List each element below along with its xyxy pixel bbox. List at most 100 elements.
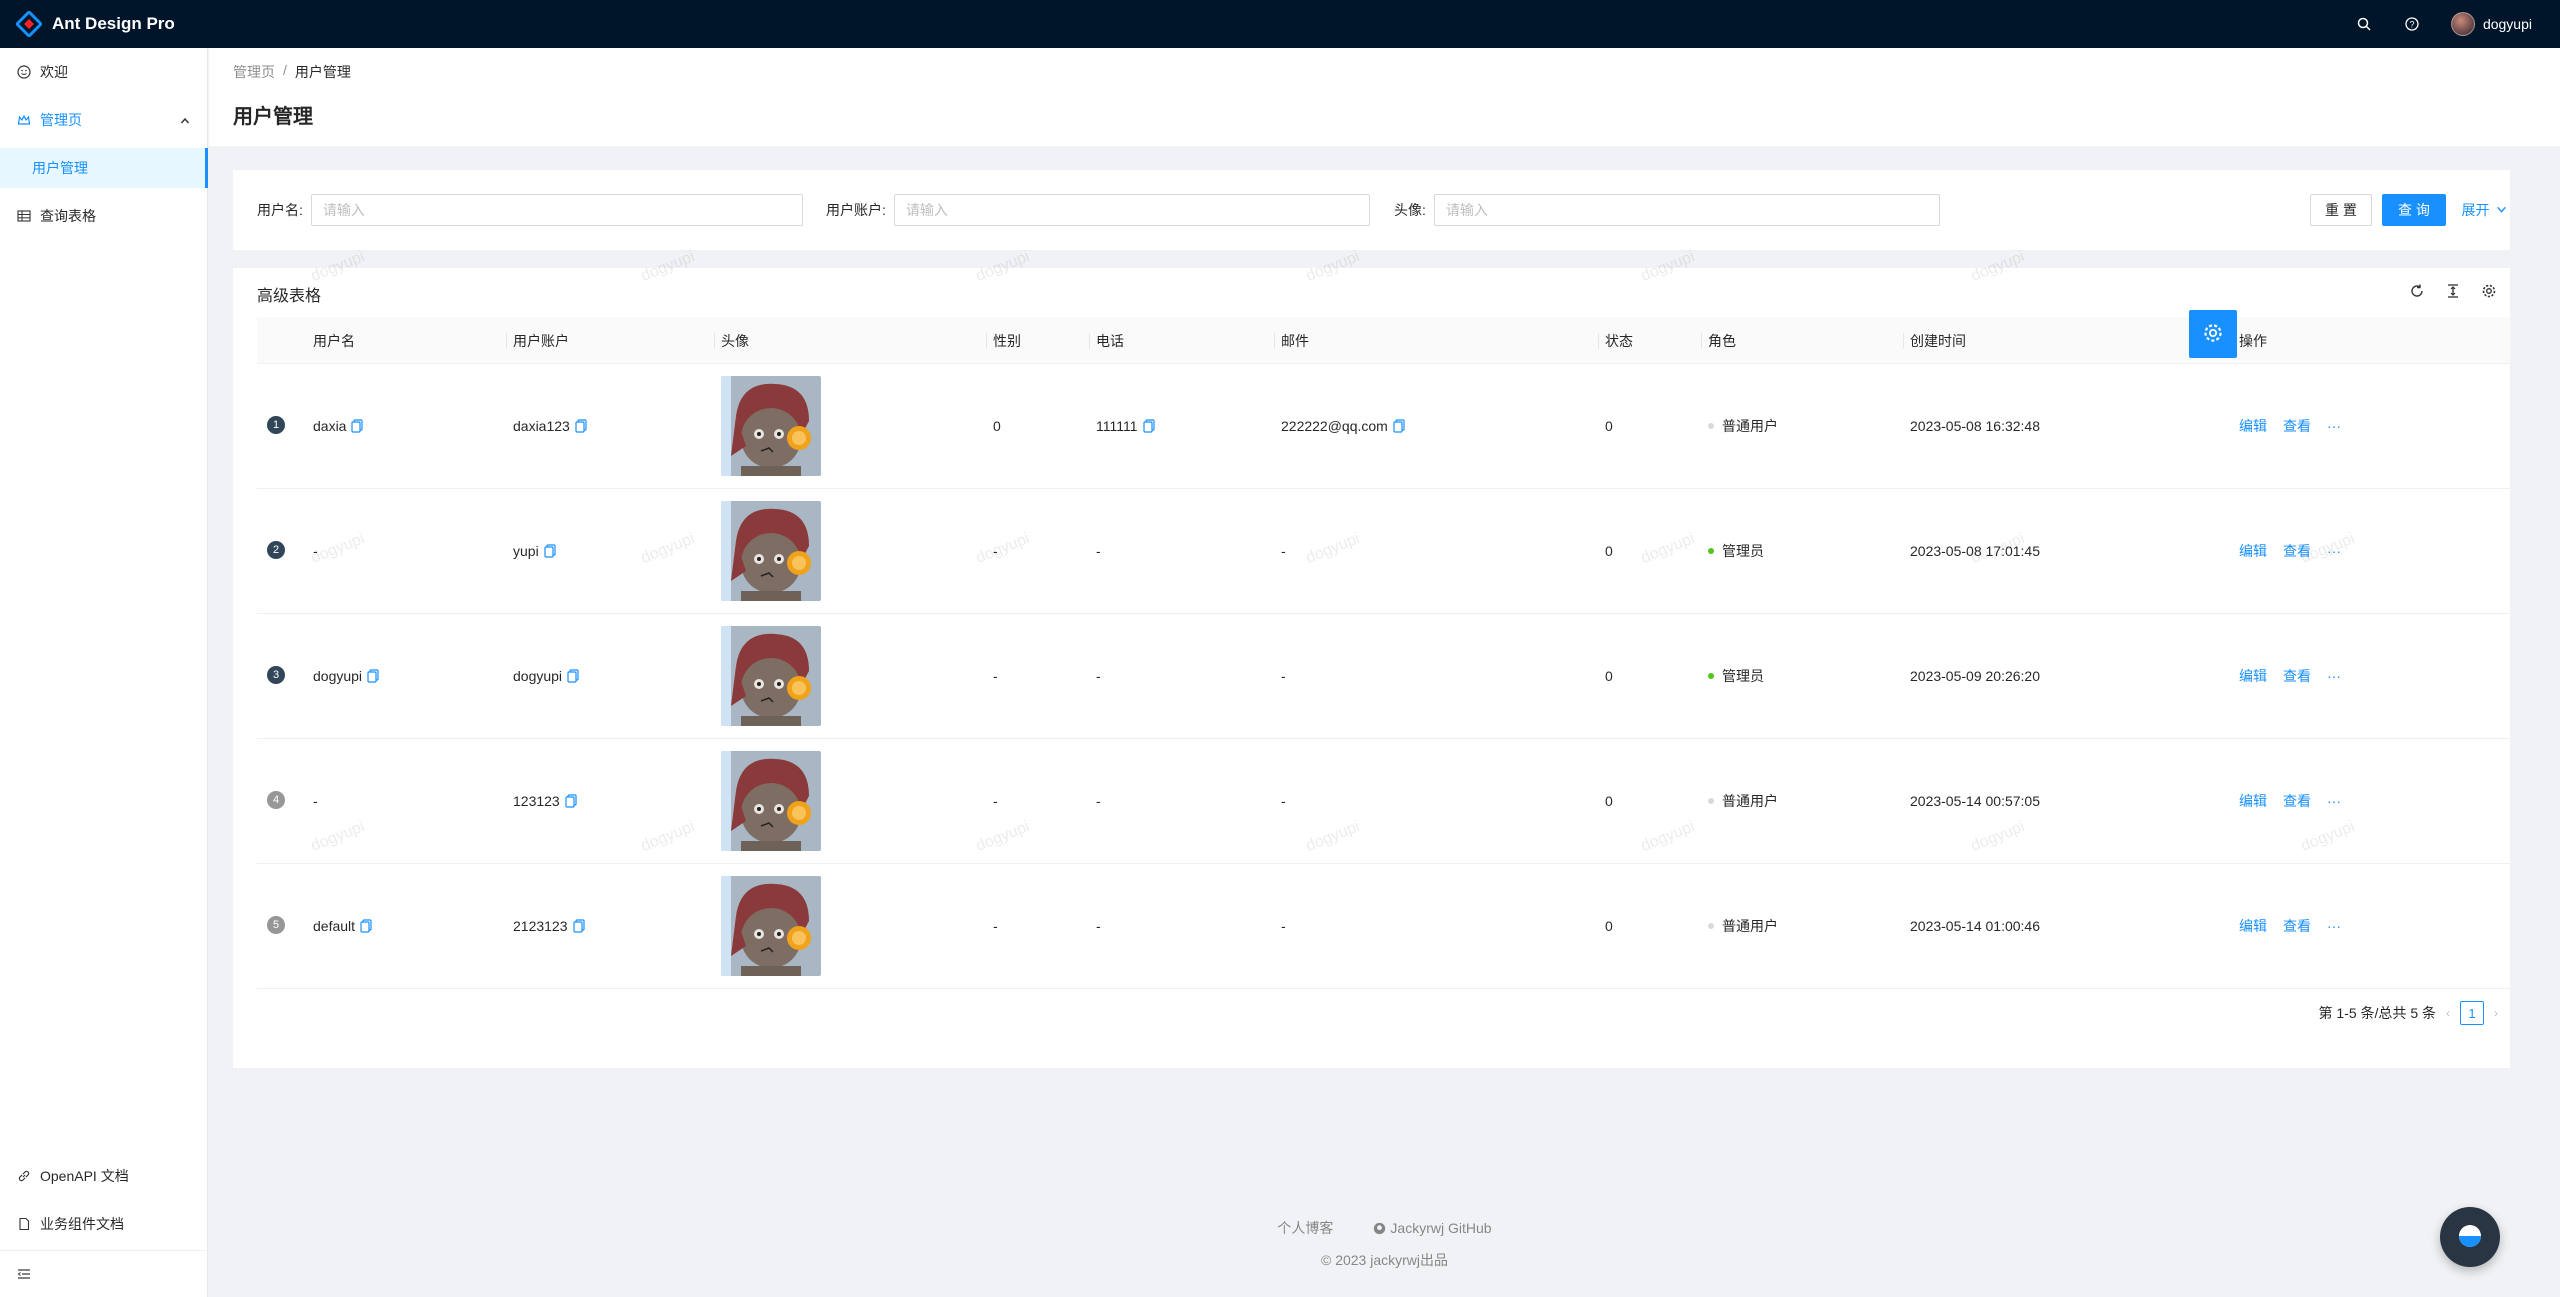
column-height-icon[interactable] bbox=[2444, 282, 2462, 300]
more-icon[interactable]: ··· bbox=[2327, 543, 2341, 559]
search-form: 用户名: 用户账户: 头像: 重 置 查 询 展开 bbox=[233, 170, 2510, 250]
view-link[interactable]: 查看 bbox=[2283, 791, 2311, 811]
reload-icon[interactable] bbox=[2408, 282, 2426, 300]
user-menu[interactable]: dogyupi bbox=[2450, 12, 2532, 36]
cell-actions: 编辑 查看 ··· bbox=[2233, 364, 2357, 488]
cell-account: 123123 bbox=[507, 739, 577, 863]
column-header-account[interactable]: 用户账户 bbox=[506, 317, 569, 364]
cell-username: - bbox=[307, 739, 318, 863]
row-index: 4 bbox=[267, 791, 285, 809]
column-header-gender[interactable]: 性别 bbox=[986, 317, 1021, 364]
link-icon bbox=[16, 1168, 32, 1184]
more-icon[interactable]: ··· bbox=[2327, 793, 2341, 809]
view-link[interactable]: 查看 bbox=[2283, 541, 2311, 561]
copy-icon[interactable] bbox=[1142, 419, 1155, 433]
copy-icon[interactable] bbox=[565, 794, 577, 808]
question-icon[interactable]: ? bbox=[2403, 15, 2421, 33]
cell-email: - bbox=[1275, 614, 1286, 738]
account-text: 2123123 bbox=[513, 918, 568, 934]
more-icon[interactable]: ··· bbox=[2327, 918, 2341, 934]
search-icon[interactable] bbox=[2355, 15, 2373, 33]
pagination-summary: 第 1-5 条/总共 5 条 bbox=[2318, 1005, 2436, 1021]
copy-icon[interactable] bbox=[572, 919, 585, 933]
cell-gender: - bbox=[993, 793, 998, 809]
page-title: 用户管理 bbox=[233, 106, 313, 128]
cell-actions: 编辑 查看 ··· bbox=[2233, 489, 2357, 613]
copy-icon[interactable] bbox=[567, 669, 579, 683]
view-link[interactable]: 查看 bbox=[2283, 416, 2311, 436]
username-text: dogyupi bbox=[313, 668, 363, 684]
view-link[interactable]: 查看 bbox=[2283, 916, 2311, 936]
column-header-created[interactable]: 创建时间 bbox=[1903, 317, 1966, 364]
copy-icon[interactable] bbox=[544, 544, 556, 558]
column-header-role[interactable]: 角色 bbox=[1701, 317, 1736, 364]
role-status-dot bbox=[1708, 673, 1714, 679]
column-header-username[interactable]: 用户名 bbox=[307, 317, 355, 364]
page-number[interactable]: 1 bbox=[2460, 1001, 2484, 1025]
chevron-up-icon bbox=[180, 113, 190, 129]
query-button[interactable]: 查 询 bbox=[2382, 194, 2446, 226]
user-avatar-image[interactable] bbox=[721, 376, 821, 476]
table-row: 4 - 123123 - - - 0 普通用户 2023-05-14 00:57:05 编辑 查看 ·… bbox=[257, 739, 2510, 864]
sidebar-item-welcome[interactable]: 欢迎 bbox=[0, 52, 208, 92]
footer-blog-link[interactable]: 个人博客 bbox=[1277, 1218, 1333, 1238]
cell-phone: 111111 bbox=[1090, 364, 1155, 488]
column-header-phone[interactable]: 电话 bbox=[1089, 317, 1124, 364]
sidebar-item-label: 管理页 bbox=[40, 112, 82, 128]
edit-link[interactable]: 编辑 bbox=[2239, 791, 2267, 811]
account-text: yupi bbox=[513, 543, 539, 559]
copy-icon[interactable] bbox=[575, 419, 587, 433]
expand-button[interactable]: 展开 bbox=[2457, 194, 2511, 226]
expand-label: 展开 bbox=[2461, 202, 2490, 218]
setting-icon[interactable] bbox=[2480, 282, 2498, 300]
sidebar-item-openapi[interactable]: OpenAPI 文档 bbox=[0, 1156, 208, 1196]
account-field: 用户账户: bbox=[826, 194, 1370, 226]
table-row: 5 default 2123123 - - - 0 普通用户 2023-05-14 01:00:… bbox=[257, 864, 2510, 989]
sidebar-item-label: 业务组件文档 bbox=[40, 1216, 124, 1232]
column-header-avatar[interactable]: 头像 bbox=[714, 317, 749, 364]
breadcrumb-separator: / bbox=[283, 62, 287, 78]
cell-phone: - bbox=[1090, 864, 1101, 988]
prev-page-icon[interactable]: ‹ bbox=[2446, 1006, 2450, 1020]
breadcrumb-admin[interactable]: 管理页 bbox=[233, 62, 275, 82]
more-icon[interactable]: ··· bbox=[2327, 418, 2341, 434]
view-link[interactable]: 查看 bbox=[2283, 666, 2311, 686]
next-page-icon[interactable]: › bbox=[2494, 1006, 2498, 1020]
copy-icon[interactable] bbox=[1393, 419, 1405, 433]
column-header-email[interactable]: 邮件 bbox=[1274, 317, 1309, 364]
edit-link[interactable]: 编辑 bbox=[2239, 541, 2267, 561]
user-avatar-image[interactable] bbox=[721, 751, 821, 851]
column-header-status[interactable]: 状态 bbox=[1598, 317, 1633, 364]
edit-link[interactable]: 编辑 bbox=[2239, 666, 2267, 686]
breadcrumb: 管理页 / 用户管理 bbox=[233, 62, 2536, 82]
copy-icon[interactable] bbox=[351, 419, 364, 433]
sidebar-item-docs[interactable]: 业务组件文档 bbox=[0, 1204, 208, 1244]
cell-avatar bbox=[715, 614, 821, 738]
footer-github-link[interactable]: Jackyrwj GitHub bbox=[1373, 1218, 1492, 1238]
sidebar-item-admin[interactable]: 管理页 bbox=[0, 100, 208, 140]
more-icon[interactable]: ··· bbox=[2327, 668, 2341, 684]
edit-link[interactable]: 编辑 bbox=[2239, 916, 2267, 936]
account-input[interactable] bbox=[893, 194, 1370, 226]
collapse-menu-button[interactable] bbox=[0, 1252, 208, 1296]
copy-icon[interactable] bbox=[367, 669, 379, 683]
username-input[interactable] bbox=[310, 194, 803, 226]
username-text: default bbox=[313, 918, 356, 934]
sidebar-item-user-management[interactable]: 用户管理 bbox=[0, 148, 208, 188]
sidebar-item-query-table[interactable]: 查询表格 bbox=[0, 196, 208, 236]
footer-copyright: © 2023 jackyrwj出品 bbox=[1320, 1252, 1449, 1268]
user-avatar-image[interactable] bbox=[721, 501, 821, 601]
avatar-input[interactable] bbox=[1433, 194, 1940, 226]
column-setting-button[interactable] bbox=[2189, 310, 2237, 358]
user-avatar-image[interactable] bbox=[721, 876, 821, 976]
copy-icon[interactable] bbox=[360, 919, 372, 933]
table-row: 3 dogyupi dogyupi - - - 0 管理员 2023-05-09 20:26:2… bbox=[257, 614, 2510, 739]
edit-link[interactable]: 编辑 bbox=[2239, 416, 2267, 436]
cell-account: daxia123 bbox=[507, 364, 587, 488]
user-avatar-image[interactable] bbox=[721, 626, 821, 726]
app-logo[interactable]: Ant Design Pro bbox=[0, 0, 175, 48]
cell-status: 0 bbox=[1605, 793, 1613, 809]
reset-button[interactable]: 重 置 bbox=[2310, 194, 2372, 226]
email-text: - bbox=[1281, 793, 1286, 809]
float-assistant-button[interactable] bbox=[2440, 1207, 2500, 1267]
